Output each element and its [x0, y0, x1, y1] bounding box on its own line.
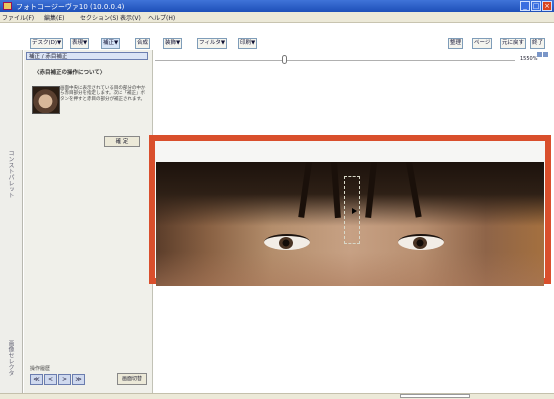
status-bar	[0, 393, 554, 399]
window-title: フォトコージーヴァ10 (10.0.0.4)	[16, 3, 125, 11]
menu-help[interactable]: ヘルプ(H)	[148, 13, 175, 22]
tab-composite[interactable]: 合成	[135, 38, 151, 49]
zoom-in-icon[interactable]	[537, 52, 542, 57]
panel-description: 画面中央に表示されている目の部分の中から赤目部分を指定します。次に「補正」ボタン…	[60, 86, 146, 102]
next-button[interactable]: >	[58, 374, 71, 385]
tab-correction[interactable]: 補正▼	[101, 38, 121, 49]
zoom-out-icon[interactable]	[543, 52, 548, 57]
tab-decoration[interactable]: 装飾▼	[163, 38, 183, 49]
left-iris	[279, 237, 293, 249]
zoom-slider-handle[interactable]	[282, 55, 287, 64]
menu-view[interactable]: 表示(V)	[120, 13, 141, 22]
tab-expression[interactable]: 表現▼	[70, 38, 90, 49]
right-iris	[413, 237, 427, 249]
sample-thumbnail	[32, 86, 60, 114]
toolbar: デスク(D)▼ 表現▼ 補正▼ 合成 装飾▼ フィルタ▼ 印刷▼ 整理 ページ …	[0, 23, 554, 50]
zoom-level: 1550%	[520, 56, 538, 62]
zoom-slider-track[interactable]	[155, 60, 515, 61]
tab-print[interactable]: 印刷▼	[238, 38, 258, 49]
left-eye	[264, 234, 310, 250]
maximize-button[interactable]: □	[531, 1, 541, 11]
close-button[interactable]: ×	[542, 1, 552, 11]
panel-heading: 〈赤目補正の操作について〉	[34, 70, 106, 76]
tab-desk[interactable]: デスク(D)▼	[30, 38, 64, 49]
palette-label[interactable]: コンストパレット	[6, 150, 15, 198]
app-icon	[3, 2, 12, 10]
exit-button[interactable]: 終了	[530, 38, 546, 49]
menu-file[interactable]: ファイル(F)	[2, 13, 34, 22]
menu-bar: ファイル(F) 編集(E) セクション(S) 表示(V) ヘルプ(H)	[0, 12, 554, 23]
menu-section[interactable]: セクション(S)	[80, 13, 119, 22]
pointer-cursor	[352, 208, 357, 214]
last-button[interactable]: ≫	[72, 374, 85, 385]
left-sidebar: コンストパレット 画像セレクタ	[0, 50, 23, 393]
zoom-icons[interactable]	[537, 52, 551, 62]
status-field	[400, 394, 470, 398]
minimize-button[interactable]: _	[520, 1, 530, 11]
panel-title: 補正 / 赤目補正	[26, 52, 148, 60]
menu-edit[interactable]: 編集(E)	[44, 13, 64, 22]
prev-button[interactable]: <	[44, 374, 57, 385]
first-button[interactable]: ≪	[30, 374, 43, 385]
title-bar: フォトコージーヴァ10 (10.0.0.4) _ □ ×	[0, 0, 554, 12]
history-label: 操作履歴	[30, 366, 51, 372]
confirm-button[interactable]: 確 定	[104, 136, 140, 147]
undo-button[interactable]: 元に戻す	[500, 38, 527, 49]
cheek-area	[156, 252, 544, 286]
image-selector-label[interactable]: 画像セレクタ	[6, 340, 15, 376]
correction-panel: 補正 / 赤目補正 〈赤目補正の操作について〉 画面中央に表示されている目の部分…	[24, 50, 153, 393]
tab-filter[interactable]: フィルタ▼	[197, 38, 228, 49]
organize-button[interactable]: 整理	[448, 38, 464, 49]
page-button[interactable]: ページ	[472, 38, 493, 49]
right-eye	[398, 234, 444, 250]
screen-switch-button[interactable]: 画面切替	[117, 373, 147, 385]
